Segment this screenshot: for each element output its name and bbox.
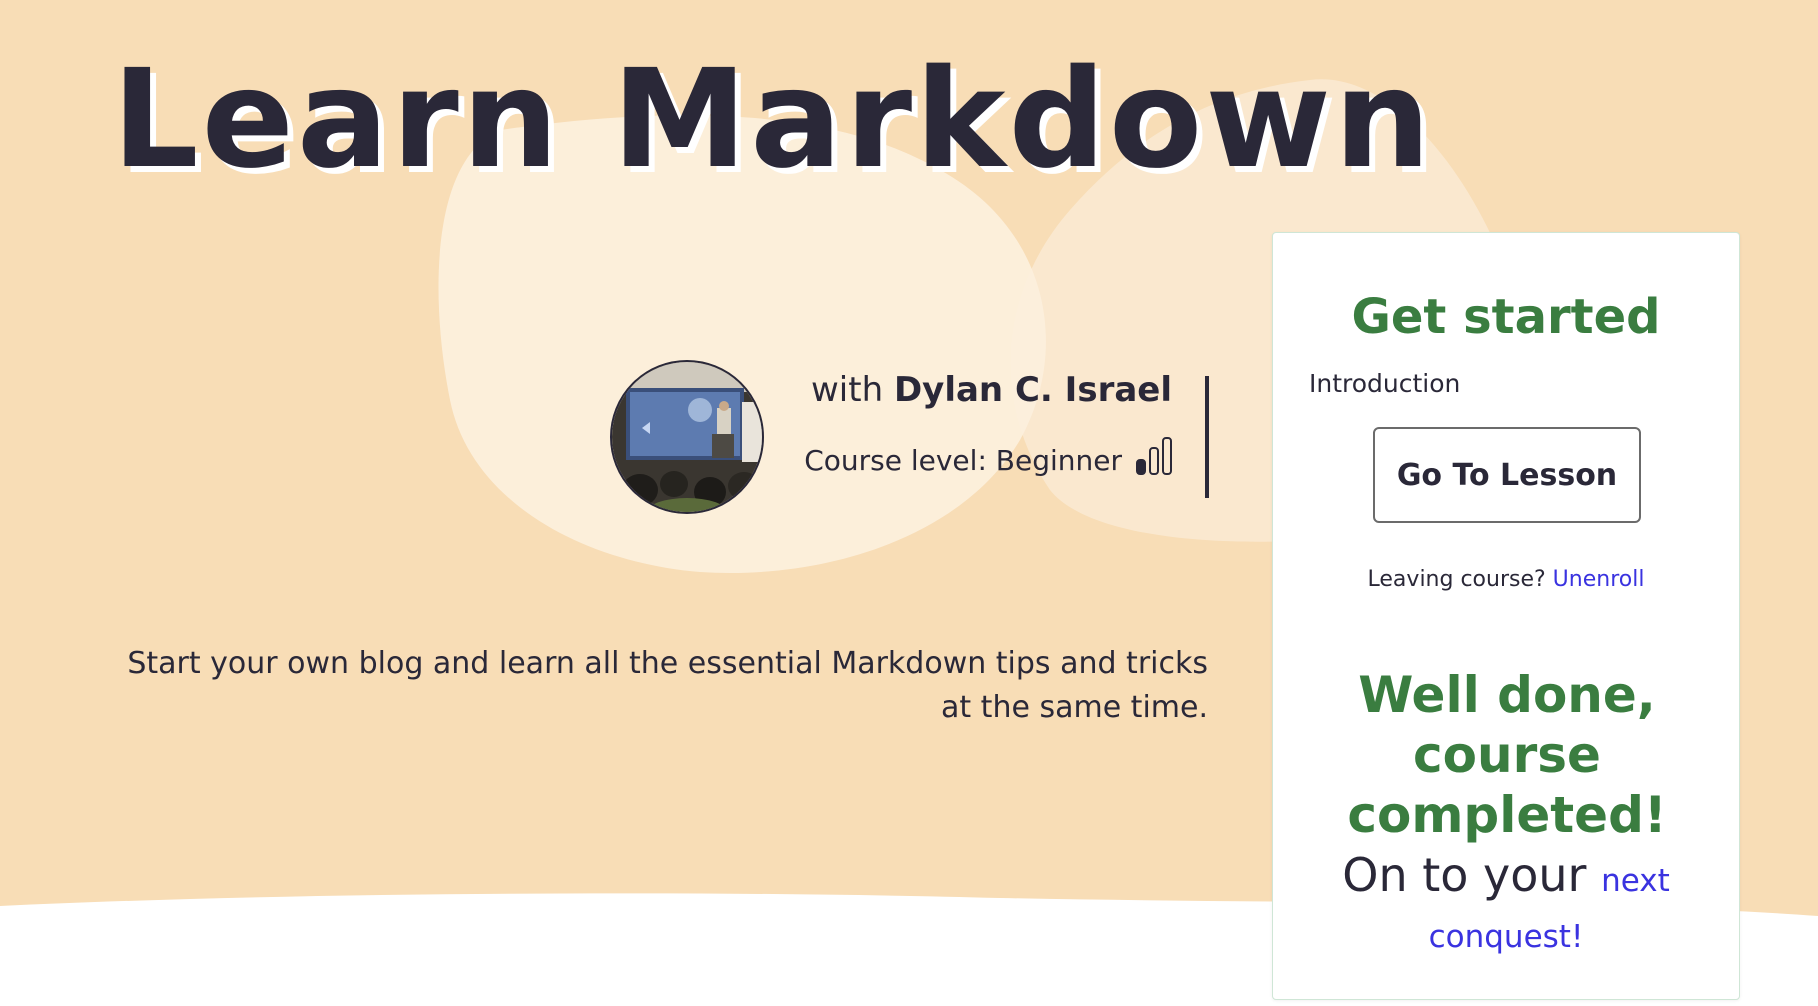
instructor-avatar xyxy=(610,360,764,514)
level-bar xyxy=(1136,458,1146,475)
signal-bars-icon xyxy=(1136,436,1172,477)
course-description: Start your own blog and learn all the es… xyxy=(127,646,1208,725)
course-level-label: Course level: Beginner xyxy=(804,443,1122,477)
course-level: Course level: Beginner xyxy=(780,436,1172,477)
course-meta: with Dylan C. Israel Course level: Begin… xyxy=(780,370,1172,477)
next-conquest-link-continued[interactable]: conquest! xyxy=(1429,919,1584,955)
meta-divider xyxy=(1205,376,1209,498)
onward-line-continued: conquest! xyxy=(1273,909,1739,965)
author-line: with Dylan C. Israel xyxy=(780,370,1172,411)
leaving-course-line: Leaving course? Unenroll xyxy=(1273,567,1739,592)
go-to-lesson-button[interactable]: Go To Lesson xyxy=(1373,427,1641,523)
level-bar xyxy=(1149,446,1159,475)
next-conquest-link[interactable]: next xyxy=(1601,863,1670,899)
course-sidebar-card: Get started Introduction Go To Lesson Le… xyxy=(1272,232,1740,1000)
get-started-heading: Get started xyxy=(1351,289,1661,345)
course-title: Learn Markdown xyxy=(112,41,1434,199)
author-prefix: with xyxy=(811,370,884,410)
author-name: Dylan C. Israel xyxy=(893,370,1172,410)
current-lesson-name: Introduction xyxy=(1309,369,1461,398)
instructor-photo-image xyxy=(612,362,762,512)
leaving-course-text: Leaving course? xyxy=(1367,567,1546,592)
level-bar xyxy=(1162,436,1172,475)
onward-line: On to your next xyxy=(1273,845,1739,911)
onward-text: On to your xyxy=(1342,848,1587,902)
unenroll-link[interactable]: Unenroll xyxy=(1553,567,1645,592)
course-completed-heading: Well done, course completed! xyxy=(1347,666,1667,844)
